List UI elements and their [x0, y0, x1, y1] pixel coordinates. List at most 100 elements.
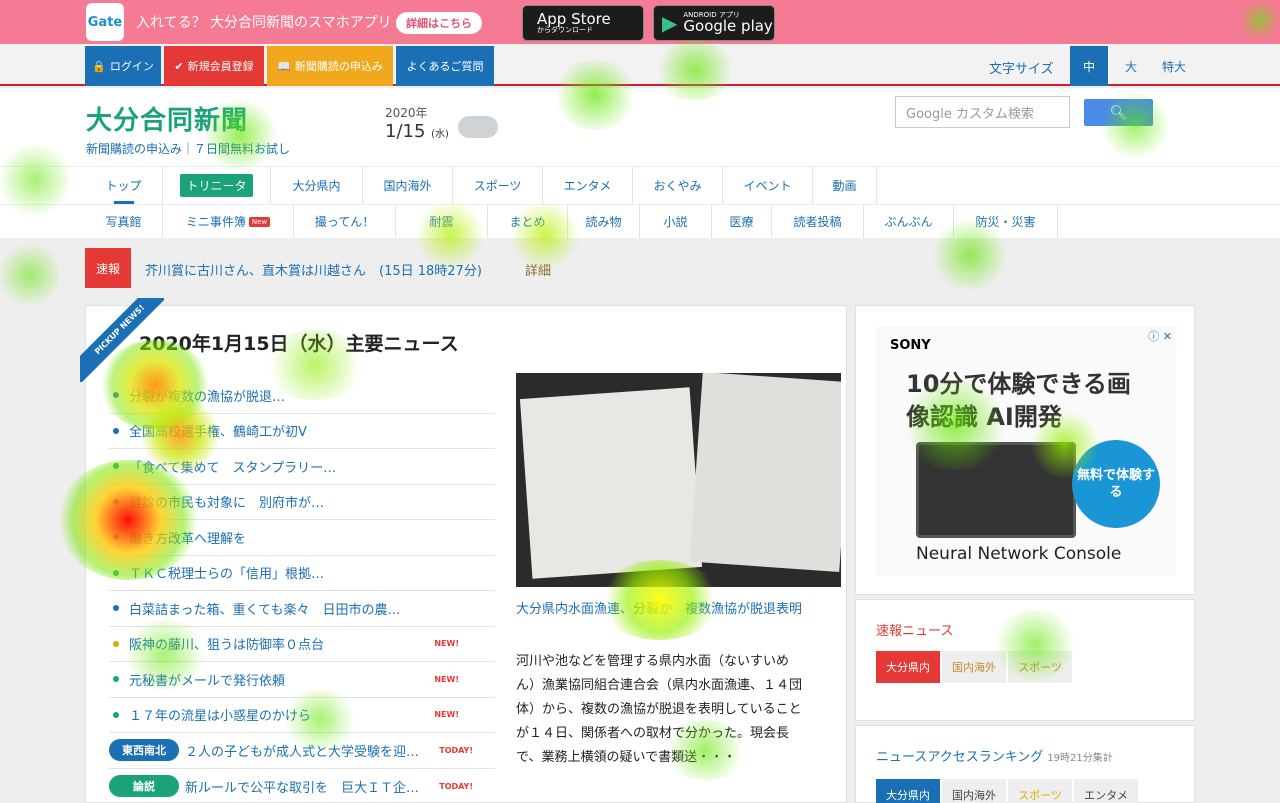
- news-item[interactable]: 元秘書がメールで発行依頼 NEW!: [109, 662, 495, 698]
- nav-sports[interactable]: スポーツ: [453, 167, 543, 204]
- ranking-tab-domestic[interactable]: 国内海外: [942, 779, 1006, 803]
- news-item[interactable]: 全国高校選手権、鶴崎工が初V: [109, 414, 495, 449]
- nav-entame[interactable]: エンタメ: [543, 167, 633, 204]
- nav-bousai[interactable]: 防災・災害: [954, 205, 1058, 238]
- tab-domestic[interactable]: 国内海外: [942, 651, 1006, 683]
- news-item-text: １７年の流星は小惑星のかけら: [129, 709, 312, 725]
- news-item-text: 「食べて集めて スタンプラリー…: [129, 460, 337, 476]
- ranking-title: ニュースアクセスランキング 19時21分集計: [876, 746, 1113, 765]
- lock-icon: 🔒: [92, 59, 106, 73]
- check-icon: ✔: [174, 59, 184, 73]
- news-item-text: 新ルールで公平な取引を 巨大ＩＴ企…: [185, 780, 420, 796]
- nav-totten[interactable]: 撮ってん！: [294, 205, 396, 238]
- app-store-button[interactable]: App Store からダウンロード: [522, 5, 644, 41]
- google-play-button[interactable]: ▶ ANDROID アプリ Google play: [653, 5, 775, 41]
- heat-blob: [0, 240, 60, 310]
- ad-close-icon[interactable]: ⓘ ✕: [1148, 328, 1172, 344]
- subscribe-button[interactable]: 📖 新聞購読の申込み: [267, 46, 393, 86]
- nav-top[interactable]: トップ: [85, 167, 163, 204]
- laptop-image: [916, 442, 1076, 538]
- nav-domestic[interactable]: 国内海外: [363, 167, 453, 204]
- register-button[interactable]: ✔ 新規会員登録: [164, 46, 264, 86]
- news-item-text: 全国高校選手権、鶴崎工が初V: [129, 425, 307, 441]
- breaking-detail-link[interactable]: 詳細: [525, 260, 551, 279]
- sidebar-ranking: ニュースアクセスランキング 19時21分集計 大分県内 国内海外 スポーツ エンタ…: [855, 725, 1195, 803]
- ranking-tab-entame[interactable]: エンタメ: [1074, 779, 1138, 803]
- font-size-medium[interactable]: 中: [1070, 46, 1108, 86]
- nav-trinita[interactable]: トリニータ: [163, 167, 271, 204]
- news-item[interactable]: 働き方改革へ理解を: [109, 520, 495, 556]
- site-logo[interactable]: 大分合同新聞: [86, 100, 248, 137]
- nav-reader-post[interactable]: 読者投稿: [772, 205, 864, 238]
- new-badge: New: [248, 216, 271, 227]
- nav-photo[interactable]: 写真館: [85, 205, 163, 238]
- nav-mini-jikenbo-label: ミニ事件簿: [185, 215, 246, 229]
- app-store-label: App Store: [537, 10, 611, 28]
- login-button[interactable]: 🔒 ログイン: [85, 46, 161, 86]
- tab-oita[interactable]: 大分県内: [876, 651, 940, 683]
- nav-bunbun[interactable]: ぶんぶん: [864, 205, 954, 238]
- news-item[interactable]: １７年の流星は小惑星のかけら NEW!: [109, 698, 495, 733]
- ad-banner[interactable]: SONY ⓘ ✕ 10分で体験できる画像認識 AI開発 無料で体験する Neur…: [876, 326, 1176, 576]
- weather-cloud-icon: [458, 116, 498, 138]
- ranking-tab-sports[interactable]: スポーツ: [1008, 779, 1072, 803]
- nav-taishin[interactable]: 耐震: [396, 205, 488, 238]
- date-year: 2020年: [385, 106, 428, 120]
- nav-event[interactable]: イベント: [723, 167, 813, 204]
- ad-brand: SONY: [890, 338, 931, 353]
- news-item[interactable]: 阪神の藤川、狙うは防御率０点台 NEW!: [109, 627, 495, 662]
- font-size-large[interactable]: 大: [1112, 46, 1150, 86]
- document-paper: [689, 373, 841, 573]
- news-item[interactable]: 東西南北 ２人の子どもが成人式と大学受験を迎… TODAY!: [109, 733, 495, 769]
- news-photo[interactable]: [516, 373, 841, 587]
- news-item-text: 働き方改革へ理解を: [129, 531, 247, 547]
- column-tag: 論説: [109, 775, 179, 798]
- column-tag: 東西南北: [109, 739, 179, 762]
- list-bullet: [113, 711, 119, 718]
- search-input[interactable]: Google カスタム検索: [895, 96, 1070, 128]
- nav-okuyami[interactable]: おくやみ: [633, 167, 723, 204]
- new-badge: NEW!: [434, 639, 459, 649]
- news-item-text: ＴＫＣ税理士らの「信用」根拠…: [129, 567, 325, 583]
- tab-sports[interactable]: スポーツ: [1008, 651, 1072, 683]
- search-button[interactable]: 🔍︎: [1084, 99, 1153, 126]
- banner-detail-button[interactable]: 詳細はこちら: [396, 12, 482, 34]
- news-item[interactable]: 「食べて集めて スタンプラリー…: [109, 449, 495, 485]
- news-item-text: ２人の子どもが成人式と大学受験を迎…: [185, 744, 420, 760]
- faq-button[interactable]: よくあるご質問: [396, 46, 494, 86]
- sidebar-breaking-title: 速報ニュース: [876, 624, 954, 639]
- news-item[interactable]: 健診の市民も対象に 別府市が…: [109, 485, 495, 520]
- nav-mini-jikenbo[interactable]: ミニ事件簿 New: [163, 205, 294, 238]
- sub-nav: 写真館 ミニ事件簿 New 撮ってん！ 耐震 まとめ 読み物 小説 医療 読者投稿…: [0, 204, 1280, 238]
- list-bullet: [113, 640, 119, 647]
- breaking-label: 速報: [85, 248, 131, 288]
- list-bullet: [113, 463, 119, 470]
- font-size-xlarge[interactable]: 特大: [1154, 46, 1194, 86]
- nav-video[interactable]: 動画: [813, 167, 877, 204]
- ad-cta[interactable]: 無料で体験する: [1072, 440, 1160, 528]
- photo-headline[interactable]: 大分県内水面漁連、分裂か 複数漁協が脱退表明: [516, 598, 816, 621]
- breaking-headline[interactable]: 芥川賞に古川さん、直木賞は川越さん (15日 18時27分): [145, 260, 482, 279]
- news-item[interactable]: ＴＫＣ税理士らの「信用」根拠…: [109, 556, 495, 591]
- gate-app-logo[interactable]: Gate: [86, 3, 124, 41]
- nav-oita[interactable]: 大分県内: [271, 167, 363, 204]
- today-badge: TODAY!: [439, 745, 473, 755]
- main-news-title: 2020年1月15日（水）主要ニュース: [139, 333, 459, 355]
- breaking-news-bar: 速報 芥川賞に古川さん、直木賞は川越さん (15日 18時27分) 詳細: [85, 248, 1195, 288]
- nav-matome[interactable]: まとめ: [488, 205, 568, 238]
- list-bullet: [113, 605, 119, 612]
- new-badge: NEW!: [434, 674, 459, 684]
- news-item[interactable]: 分裂が複数の漁協が脱退…: [109, 378, 495, 414]
- ranking-tab-oita[interactable]: 大分県内: [876, 779, 940, 803]
- ad-footer: Neural Network Console: [916, 544, 1122, 564]
- header-sublinks[interactable]: 新聞購読の申込み｜７日間無料お試し: [86, 140, 290, 157]
- today-badge: TODAY!: [439, 781, 473, 791]
- list-bullet: [113, 392, 119, 399]
- nav-yomimono[interactable]: 読み物: [568, 205, 640, 238]
- news-item-text: 健診の市民も対象に 別府市が…: [129, 496, 325, 512]
- news-item[interactable]: 白菜詰まった箱、重くても楽々 日田市の農…: [109, 591, 495, 627]
- nav-medical[interactable]: 医療: [712, 205, 772, 238]
- nav-novel[interactable]: 小説: [640, 205, 712, 238]
- app-store-small: からダウンロード: [537, 26, 593, 34]
- news-item[interactable]: 論説 新ルールで公平な取引を 巨大ＩＴ企… TODAY!: [109, 769, 495, 803]
